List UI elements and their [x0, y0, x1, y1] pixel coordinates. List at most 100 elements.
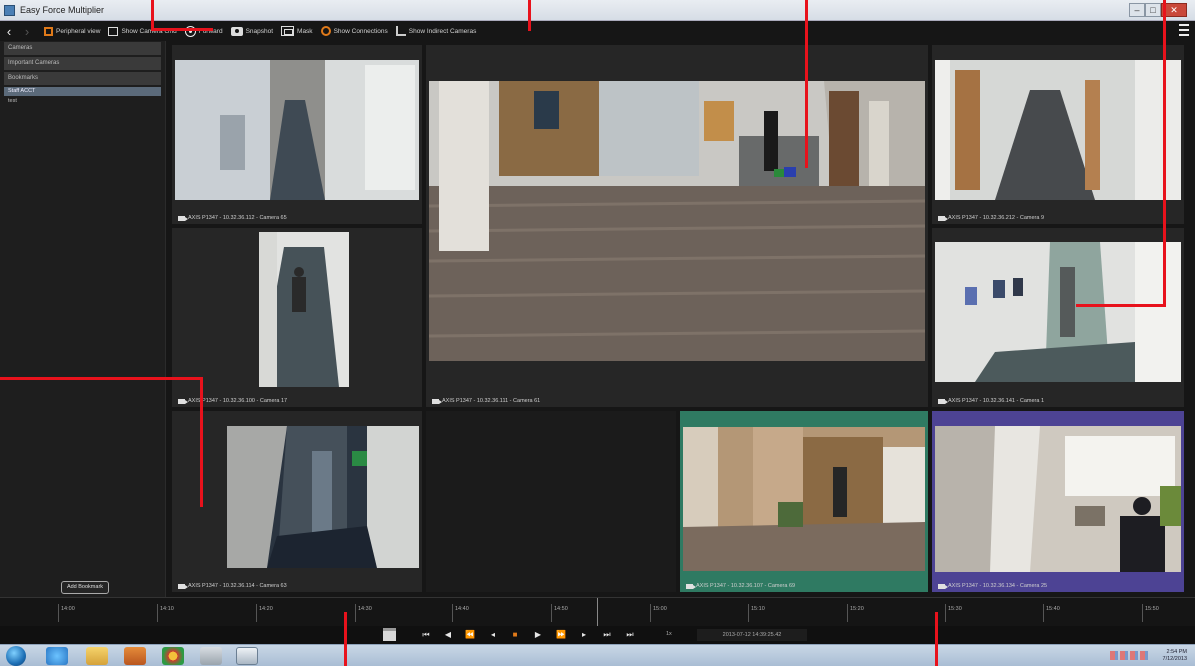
add-bookmark-button[interactable]: Add Bookmark — [61, 581, 109, 594]
timeline-tick-label: 15:50 — [1145, 606, 1159, 612]
snapshot-button[interactable]: Snapshot — [230, 21, 274, 41]
rewind-fast-button[interactable]: ⏪ — [465, 630, 475, 640]
camera-caption: AXIS P1347 - 10.32.36.134 - Camera 25 — [938, 583, 1047, 589]
camera-feed — [175, 60, 419, 200]
sidebar-section-cameras[interactable]: Cameras — [4, 42, 161, 55]
camera-caption: AXIS P1347 - 10.32.36.111 - Camera 61 — [432, 398, 540, 404]
video-camera-icon — [432, 398, 442, 404]
stop-button[interactable]: ■ — [510, 630, 520, 640]
tool-app-icon[interactable] — [200, 647, 222, 665]
camera-caption: AXIS P1347 - 10.32.36.107 - Camera 69 — [686, 583, 795, 589]
rewind-button[interactable]: ◂ — [488, 630, 498, 640]
camera-feed — [935, 60, 1181, 200]
camera-app-icon[interactable] — [236, 647, 258, 665]
timeline-tick — [452, 604, 453, 622]
timeline-playhead[interactable] — [597, 598, 598, 627]
camera-tile[interactable]: AXIS P1347 - 10.32.36.141 - Camera 1 — [932, 228, 1184, 407]
forward-nav-button[interactable]: › — [18, 24, 36, 39]
show-connections-toggle[interactable]: Show Connections — [320, 21, 388, 41]
annotation-line — [151, 28, 213, 31]
camera-tile-main[interactable]: AXIS P1347 - 10.32.36.111 - Camera 61 — [426, 45, 928, 407]
camera-tile-selected-green[interactable]: AXIS P1347 - 10.32.36.107 - Camera 69 — [680, 411, 928, 592]
minimize-button[interactable]: – — [1129, 3, 1145, 17]
timeline-tick-label: 14:20 — [259, 606, 273, 612]
window-controls: – □ ✕ — [1129, 3, 1187, 17]
timeline-tick — [256, 604, 257, 622]
play-button[interactable]: ▶ — [533, 630, 543, 640]
camera-tile[interactable]: AXIS P1347 - 10.32.36.100 - Camera 17 — [172, 228, 422, 407]
browser-app-icon[interactable] — [46, 647, 68, 665]
step-back-button[interactable]: ◀ — [443, 630, 453, 640]
camera-feed — [429, 81, 925, 361]
video-camera-icon — [938, 583, 948, 589]
annotation-line — [344, 612, 347, 666]
app-icon — [4, 5, 15, 16]
toolbar-label: Snapshot — [245, 27, 274, 35]
camera-feed — [935, 242, 1181, 382]
timeline-tick-label: 14:00 — [61, 606, 75, 612]
start-button[interactable] — [6, 646, 26, 666]
show-indirect-cameras-toggle[interactable]: Show Indirect Cameras — [395, 21, 477, 41]
timeline-tick — [58, 604, 59, 622]
camera-tile[interactable]: AXIS P1347 - 10.32.36.112 - Camera 65 — [172, 45, 422, 224]
timeline-tick — [355, 604, 356, 622]
clock-date: 7/12/2013 — [1162, 656, 1187, 662]
camera-caption: AXIS P1347 - 10.32.36.212 - Camera 9 — [938, 215, 1044, 221]
calendar-icon[interactable] — [383, 628, 396, 641]
timeline-tick-label: 14:50 — [554, 606, 568, 612]
timeline-tick — [650, 604, 651, 622]
clock-time: 2:54 PM — [1166, 649, 1187, 655]
annotation-line — [805, 0, 808, 168]
toolbar-label: Peripheral view — [56, 27, 101, 35]
media-app-icon[interactable] — [124, 647, 146, 665]
video-camera-icon — [686, 583, 696, 589]
bookmark-item[interactable]: test — [4, 97, 161, 106]
camera-grid-toggle[interactable]: Show Camera Grid — [108, 21, 177, 41]
mask-button[interactable]: Mask — [281, 21, 313, 41]
camera-feed — [683, 427, 925, 571]
fast-forward-button[interactable]: ⏩ — [556, 630, 566, 640]
title-bar: Easy Force Multiplier – □ ✕ — [0, 0, 1195, 21]
sidebar-section-important-cameras[interactable]: Important Cameras — [4, 57, 161, 70]
bookmark-item[interactable]: Staff ACCT — [4, 87, 161, 96]
app-window: Easy Force Multiplier – □ ✕ ‹ › Peripher… — [0, 0, 1195, 666]
camera-caption: AXIS P1347 - 10.32.36.100 - Camera 17 — [178, 398, 287, 404]
sidebar: Cameras Important Cameras Bookmarks Staf… — [0, 41, 166, 597]
folder-app-icon[interactable] — [86, 647, 108, 665]
toolbar-label: Show Indirect Cameras — [408, 27, 477, 35]
back-button[interactable]: ‹ — [0, 24, 18, 39]
sidebar-section-bookmarks[interactable]: Bookmarks — [4, 72, 161, 85]
timeline-bar[interactable]: 14:00 14:10 14:20 14:30 14:40 14:50 15:0… — [0, 597, 1195, 627]
timeline-tick-label: 15:00 — [653, 606, 667, 612]
empty-camera-slot[interactable] — [426, 411, 676, 592]
camera-tile-selected-purple[interactable]: AXIS P1347 - 10.32.36.134 - Camera 25 — [932, 411, 1184, 592]
system-tray-icons[interactable] — [1110, 651, 1150, 660]
peripheral-view-icon — [44, 26, 53, 36]
timeline-tick-label: 15:40 — [1046, 606, 1060, 612]
os-taskbar: 2:54 PM 7/12/2013 — [0, 644, 1195, 666]
timeline-tick-label: 15:30 — [948, 606, 962, 612]
connections-icon — [320, 26, 331, 36]
chrome-app-icon[interactable] — [162, 647, 184, 665]
camera-tile[interactable]: AXIS P1347 - 10.32.36.212 - Camera 9 — [932, 45, 1184, 224]
video-camera-icon — [938, 215, 948, 221]
playback-datetime[interactable]: 2013-07-12 14:39:25.42 — [697, 629, 807, 641]
timeline-tick-label: 14:10 — [160, 606, 174, 612]
timeline-tick — [551, 604, 552, 622]
peripheral-view-toggle[interactable]: Peripheral view — [44, 21, 100, 41]
window-title: Easy Force Multiplier — [20, 5, 105, 15]
maximize-button[interactable]: □ — [1145, 3, 1161, 17]
mask-icon — [281, 26, 295, 36]
camera-caption: AXIS P1347 - 10.32.36.141 - Camera 1 — [938, 398, 1044, 404]
camera-tile[interactable]: AXIS P1347 - 10.32.36.114 - Camera 63 — [172, 411, 422, 592]
video-camera-icon — [938, 398, 948, 404]
step-forward-button[interactable]: ▸ — [579, 630, 589, 640]
skip-next-button[interactable]: ⏭ — [602, 630, 612, 640]
system-clock[interactable]: 2:54 PM 7/12/2013 — [1163, 649, 1187, 663]
skip-start-button[interactable]: ⏮ — [421, 630, 431, 640]
forward-toggle[interactable]: Forward — [184, 21, 223, 41]
playback-speed: 1x — [666, 631, 672, 637]
hamburger-menu-icon[interactable] — [1179, 24, 1189, 36]
camera-caption: AXIS P1347 - 10.32.36.114 - Camera 63 — [178, 583, 287, 589]
skip-end-button[interactable]: ⏭ — [625, 630, 635, 640]
